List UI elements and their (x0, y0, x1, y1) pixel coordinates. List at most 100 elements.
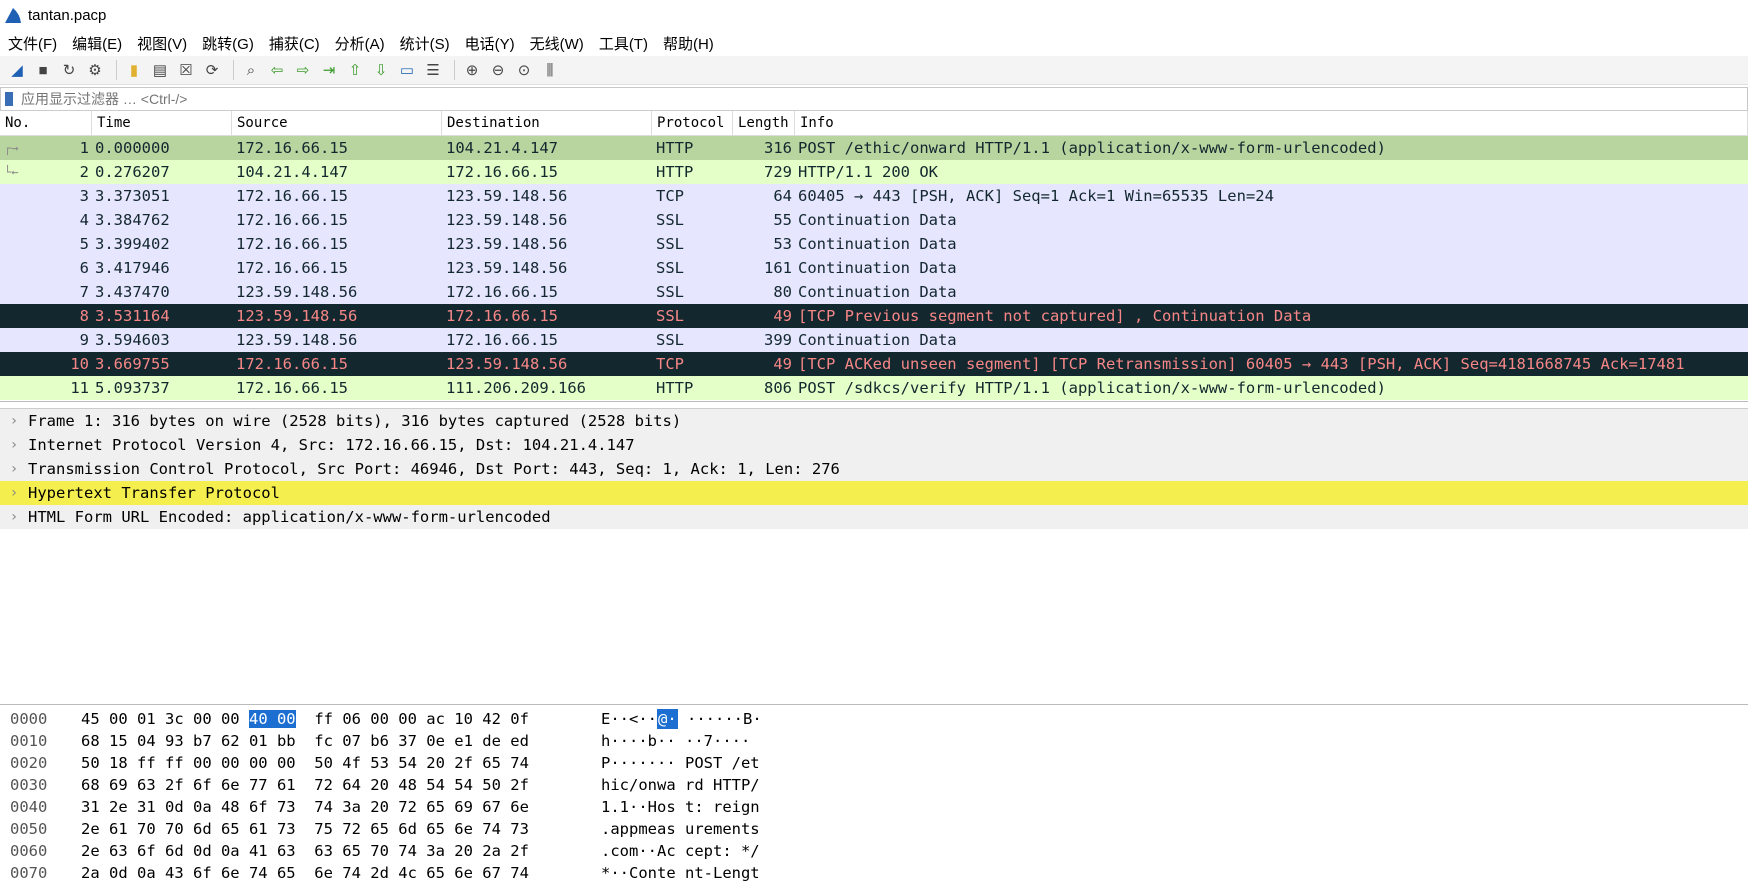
hex-ascii[interactable]: hic/onwa rd HTTP/ (601, 774, 760, 796)
last-packet-icon[interactable]: ⇩ (370, 59, 392, 81)
chevron-right-icon[interactable]: › (0, 409, 28, 433)
column-header-no[interactable]: No. (0, 111, 92, 135)
shark-fin-start-icon[interactable]: ◢ (6, 59, 28, 81)
hex-ascii[interactable]: *··Conte nt-Lengt (601, 862, 760, 884)
hex-ascii[interactable]: .appmeas urements (601, 818, 760, 840)
menu-item-1[interactable]: 编辑(E) (72, 33, 122, 54)
packet-destination: 123.59.148.56 (446, 259, 568, 277)
hex-bytes[interactable]: 45 00 01 3c 00 00 40 00 ff 06 00 00 ac 1… (73, 708, 601, 730)
packet-time: 0.276207 (95, 163, 170, 181)
packet-row[interactable]: 4 3.384762 172.16.66.15 123.59.148.56 SSL 55 C… (0, 208, 1748, 232)
hex-bytes-part: 68 69 63 2f 6f 6e 77 61 72 64 20 48 54 5… (81, 776, 529, 794)
colorize-icon[interactable]: ☰ (422, 59, 444, 81)
menu-item-8[interactable]: 无线(W) (530, 33, 584, 54)
detail-row[interactable]: › Internet Protocol Version 4, Src: 172.1… (0, 433, 1748, 457)
packet-info: [TCP Previous segment not captured] , Co… (798, 307, 1312, 325)
chevron-right-icon[interactable]: › (0, 505, 28, 529)
detail-row[interactable]: › HTML Form URL Encoded: application/x-ww… (0, 505, 1748, 529)
menu-item-3[interactable]: 跳转(G) (202, 33, 254, 54)
menu-item-9[interactable]: 工具(T) (599, 33, 648, 54)
hex-bytes[interactable]: 68 69 63 2f 6f 6e 77 61 72 64 20 48 54 5… (73, 774, 601, 796)
autoscroll-icon[interactable]: ▭ (396, 59, 418, 81)
column-header-source[interactable]: Source (232, 111, 442, 135)
hex-bytes[interactable]: 68 15 04 93 b7 62 01 bb fc 07 b6 37 0e e… (73, 730, 601, 752)
packet-source: 104.21.4.147 (236, 163, 348, 181)
goto-packet-icon[interactable]: ⇥ (318, 59, 340, 81)
options-gear-icon[interactable]: ⚙ (84, 59, 106, 81)
resize-columns-icon[interactable]: ⫼ (539, 59, 561, 81)
reload-icon[interactable]: ⟳ (201, 59, 223, 81)
menu-item-7[interactable]: 电话(Y) (465, 33, 515, 54)
packet-row[interactable]: 7 3.437470 123.59.148.56 172.16.66.15 SSL 80 C… (0, 280, 1748, 304)
chevron-right-icon[interactable]: › (0, 481, 28, 505)
close-file-icon[interactable]: ☒ (175, 59, 197, 81)
packet-info: POST /ethic/onward HTTP/1.1 (application… (798, 139, 1386, 157)
column-header-destination[interactable]: Destination (442, 111, 652, 135)
column-header-time[interactable]: Time (92, 111, 232, 135)
hex-bytes[interactable]: 2a 0d 0a 43 6f 6e 74 65 6e 74 2d 4c 65 6… (73, 862, 601, 884)
stop-icon[interactable]: ■ (32, 59, 54, 81)
detail-row[interactable]: › Frame 1: 316 bytes on wire (2528 bits),… (0, 409, 1748, 433)
packet-row[interactable]: 1 0.000000 172.16.66.15 104.21.4.147 HTTP 316… (0, 136, 1748, 160)
hex-bytes[interactable]: 2e 63 6f 6d 0d 0a 41 63 63 65 70 74 3a 2… (73, 840, 601, 862)
menu-item-10[interactable]: 帮助(H) (663, 33, 714, 54)
forward-arrow-icon[interactable]: ⇨ (292, 59, 314, 81)
menu-item-0[interactable]: 文件(F) (8, 33, 57, 54)
find-icon[interactable]: ⌕ (240, 59, 262, 81)
packet-destination: 172.16.66.15 (446, 163, 558, 181)
hex-ascii[interactable]: 1.1··Hos t: reign (601, 796, 760, 818)
packet-info: Continuation Data (798, 211, 957, 229)
packet-protocol: SSL (656, 283, 684, 301)
packet-protocol: HTTP (656, 379, 694, 397)
hex-offset: 0070 (10, 864, 48, 882)
hex-row: 0060 2e 63 6f 6d 0d 0a 41 63 63 65 70 74 … (0, 840, 1748, 862)
first-packet-icon[interactable]: ⇧ (344, 59, 366, 81)
chevron-right-icon[interactable]: › (0, 457, 28, 481)
packet-row[interactable]: 8 3.531164 123.59.148.56 172.16.66.15 SSL 49 [… (0, 304, 1748, 328)
packet-length: 806 (764, 379, 792, 397)
packet-protocol: HTTP (656, 139, 694, 157)
packet-row[interactable]: 5 3.399402 172.16.66.15 123.59.148.56 SSL 53 C… (0, 232, 1748, 256)
hex-ascii[interactable]: .com··Ac cept: */ (601, 840, 760, 862)
zoom-out-icon[interactable]: ⊖ (487, 59, 509, 81)
packet-info: HTTP/1.1 200 OK (798, 163, 938, 181)
menu-item-4[interactable]: 捕获(C) (269, 33, 320, 54)
chevron-right-icon[interactable]: › (0, 433, 28, 457)
hex-ascii[interactable]: h····b·· ··7···· (601, 730, 750, 752)
toolbar-separator (233, 60, 234, 80)
toolbar-separator (116, 60, 117, 80)
packet-row[interactable]: 10 3.669755 172.16.66.15 123.59.148.56 TCP 49… (0, 352, 1748, 376)
menu-item-6[interactable]: 统计(S) (400, 33, 450, 54)
hex-ascii[interactable]: P······· POST /et (601, 752, 760, 774)
packet-row[interactable]: 6 3.417946 172.16.66.15 123.59.148.56 SSL 161… (0, 256, 1748, 280)
bookmark-icon[interactable] (5, 92, 13, 106)
file-icon[interactable]: ▤ (149, 59, 171, 81)
detail-row[interactable]: › Transmission Control Protocol, Src Port… (0, 457, 1748, 481)
packet-destination: 123.59.148.56 (446, 355, 568, 373)
hex-bytes[interactable]: 31 2e 31 0d 0a 48 6f 73 74 3a 20 72 65 6… (73, 796, 601, 818)
hex-bytes[interactable]: 50 18 ff ff 00 00 00 00 50 4f 53 54 20 2… (73, 752, 601, 774)
packet-row[interactable]: 3 3.373051 172.16.66.15 123.59.148.56 TCP 64 6… (0, 184, 1748, 208)
column-header-length[interactable]: Length (733, 111, 795, 135)
restart-icon[interactable]: ↻ (58, 59, 80, 81)
normal-size-icon[interactable]: ⊙ (513, 59, 535, 81)
menu-item-5[interactable]: 分析(A) (335, 33, 385, 54)
packet-time: 3.384762 (95, 211, 170, 229)
packet-details: › Frame 1: 316 bytes on wire (2528 bits),… (0, 408, 1748, 705)
hex-ascii[interactable]: E··<··@· ······B· (601, 708, 762, 730)
menu-item-2[interactable]: 视图(V) (137, 33, 187, 54)
display-filter-input[interactable] (19, 90, 523, 108)
detail-row[interactable]: › Hypertext Transfer Protocol (0, 481, 1748, 505)
hex-bytes[interactable]: 2e 61 70 70 6d 65 61 73 75 72 65 6d 65 6… (73, 818, 601, 840)
zoom-in-icon[interactable]: ⊕ (461, 59, 483, 81)
toolbar-separator (454, 60, 455, 80)
packet-row[interactable]: 11 5.093737 172.16.66.15 111.206.209.166 HTT… (0, 376, 1748, 400)
detail-text: Frame 1: 316 bytes on wire (2528 bits), … (28, 412, 682, 430)
column-header-protocol[interactable]: Protocol (652, 111, 733, 135)
open-folder-icon[interactable]: ▮ (123, 59, 145, 81)
packet-row[interactable]: 9 3.594603 123.59.148.56 172.16.66.15 SSL 399… (0, 328, 1748, 352)
packet-time: 3.669755 (95, 355, 170, 373)
back-arrow-icon[interactable]: ⇦ (266, 59, 288, 81)
column-header-info[interactable]: Info (795, 111, 1748, 135)
packet-row[interactable]: 2 0.276207 104.21.4.147 172.16.66.15 HTTP 729… (0, 160, 1748, 184)
